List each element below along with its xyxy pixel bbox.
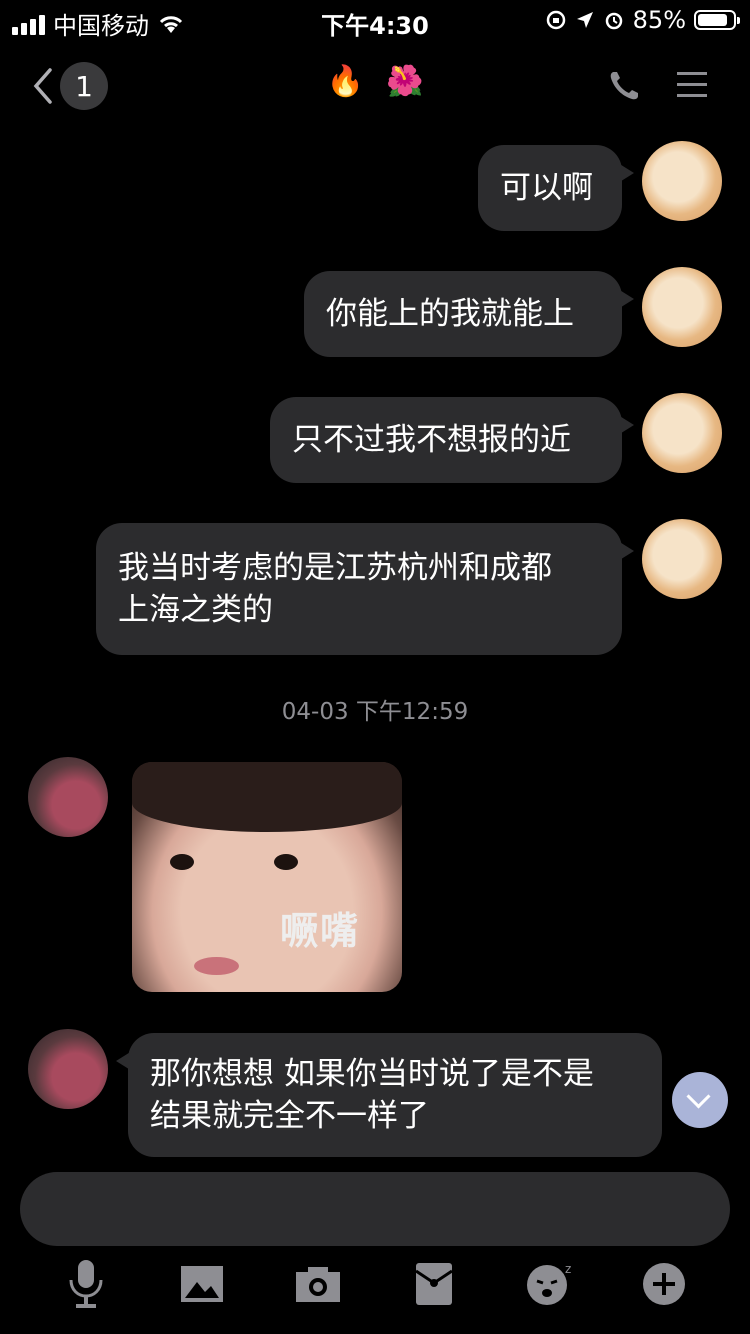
alarm-icon — [605, 12, 622, 30]
message-bubble[interactable]: 你能上的我就能上 — [304, 271, 634, 357]
rotation-lock-icon — [546, 10, 565, 30]
plus-icon[interactable] — [638, 1258, 690, 1310]
status-bar: 中国移动 下午4:30 85% — [0, 0, 750, 40]
contact-avatar[interactable] — [28, 1029, 108, 1109]
sticker-image[interactable]: 噘嘴 — [132, 762, 402, 992]
menu-icon[interactable] — [675, 68, 709, 102]
scroll-down-button[interactable] — [672, 1072, 728, 1128]
input-toolbar: z — [0, 1258, 750, 1318]
battery-icon — [694, 10, 740, 30]
image-icon[interactable] — [176, 1258, 228, 1310]
unread-badge[interactable]: 1 — [60, 62, 108, 110]
message-text-line: 结果就完全不一样了 — [150, 1098, 429, 1134]
chat-header: 1 🔥 🌺 — [0, 50, 750, 122]
red-packet-icon[interactable] — [408, 1258, 460, 1310]
message-input[interactable] — [20, 1172, 730, 1246]
battery-percent: 85% — [632, 6, 686, 34]
message-text: 只不过我不想报的近 — [292, 422, 571, 458]
svg-text:z: z — [565, 1262, 571, 1276]
chat-title: 🔥 🌺 — [300, 64, 450, 108]
phone-icon[interactable] — [604, 66, 644, 106]
my-avatar[interactable] — [642, 141, 722, 221]
my-avatar[interactable] — [642, 519, 722, 599]
my-avatar[interactable] — [642, 393, 722, 473]
message-bubble[interactable]: 那你想想 如果你当时说了是不是 结果就完全不一样了 — [116, 1033, 662, 1157]
message-text-line: 我当时考虑的是江苏杭州和成都 — [118, 550, 552, 586]
my-avatar[interactable] — [642, 267, 722, 347]
location-icon — [576, 12, 593, 28]
message-bubble[interactable]: 可以啊 — [478, 145, 634, 231]
microphone-icon[interactable] — [60, 1258, 112, 1310]
fire-emoji: 🔥 — [326, 64, 364, 99]
timestamp: 04-03 下午12:59 — [281, 699, 469, 725]
message-text-line: 上海之类的 — [118, 592, 273, 628]
message-text: 可以啊 — [500, 170, 593, 206]
flower-emoji: 🌺 — [386, 64, 424, 99]
message-bubble[interactable]: 我当时考虑的是江苏杭州和成都 上海之类的 — [96, 523, 634, 655]
camera-icon[interactable] — [292, 1258, 344, 1310]
chevron-left-icon[interactable] — [28, 66, 58, 106]
message-text: 你能上的我就能上 — [326, 296, 574, 332]
message-bubble[interactable]: 只不过我不想报的近 — [270, 397, 634, 483]
sticker-caption: 噘嘴 — [280, 909, 361, 953]
contact-avatar[interactable] — [28, 757, 108, 837]
message-text-line: 那你想想 如果你当时说了是不是 — [150, 1056, 594, 1092]
emoji-icon[interactable]: z — [524, 1258, 576, 1310]
